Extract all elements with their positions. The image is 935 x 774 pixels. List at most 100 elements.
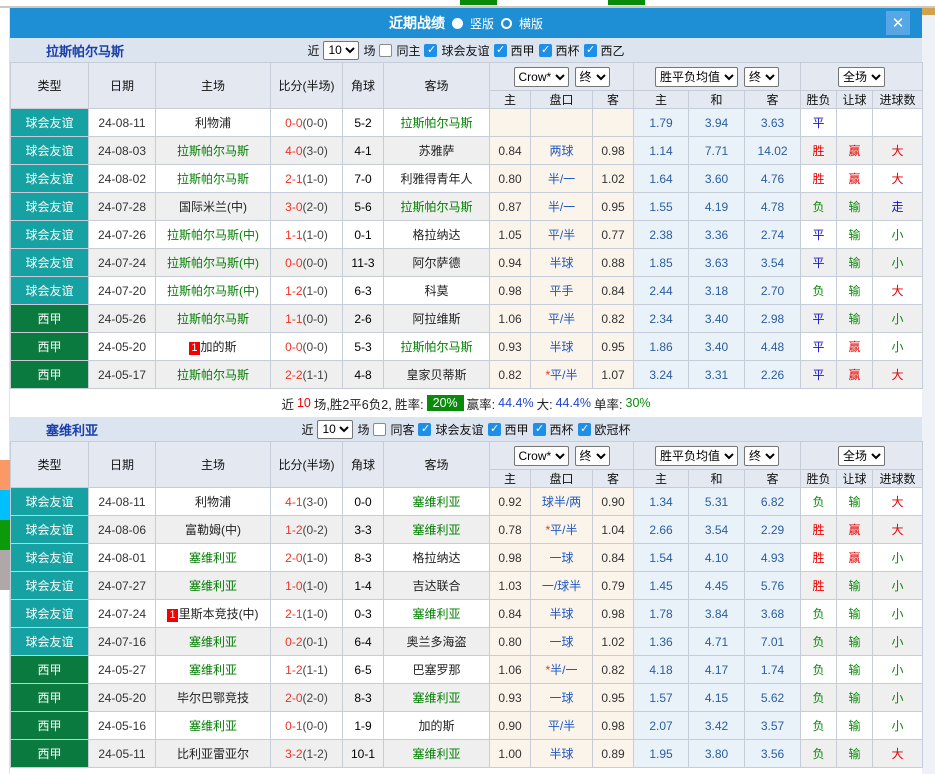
section-header-sevilla: 塞维利亚 近 10 场 同客 球会友谊 西甲 西杯 欧冠杯	[10, 417, 922, 441]
final-odds-select[interactable]: 终	[744, 446, 779, 466]
match-scope-select[interactable]: 全场	[838, 446, 885, 466]
handicap-line: *平/半	[531, 361, 593, 389]
final-odds-select[interactable]: 终	[744, 67, 779, 87]
league-label[interactable]: 西乙	[601, 42, 625, 59]
home-team-cell: 1加的斯	[156, 333, 271, 361]
league-checkbox[interactable]	[578, 423, 591, 436]
filter-bar: 近 10 场 同客 球会友谊 西甲 西杯 欧冠杯	[301, 420, 630, 439]
result-goals: 大	[873, 137, 923, 165]
league-checkbox[interactable]	[539, 44, 552, 57]
match-row: 球会友谊 24-07-26 拉斯帕尔马斯(中) 1-1(1-0) 0-1 格拉纳…	[11, 221, 923, 249]
vertical-layout-label[interactable]: 竖版	[470, 15, 494, 32]
odds-away: 5.62	[745, 684, 801, 712]
horizontal-layout-radio[interactable]	[501, 18, 512, 29]
handicap-away-odds: 0.98	[593, 712, 634, 740]
odds-away: 2.70	[745, 277, 801, 305]
home-team: 拉斯帕尔马斯	[177, 172, 249, 186]
league-checkbox[interactable]	[424, 44, 437, 57]
handicap-away-odds: 0.89	[593, 740, 634, 768]
odds-type-select[interactable]: 胜平负均值	[655, 446, 738, 466]
odds-away: 2.29	[745, 516, 801, 544]
handicap-away-odds: 1.07	[593, 361, 634, 389]
home-team: 利物浦	[195, 116, 231, 130]
halftime-score: (2-0)	[303, 691, 328, 705]
odds-type-select[interactable]: 胜平负均值	[655, 67, 738, 87]
home-team-cell: 拉斯帕尔马斯(中)	[156, 249, 271, 277]
result-goals: 小	[873, 628, 923, 656]
result-handicap: 输	[837, 305, 873, 333]
result-wdl: 负	[801, 193, 837, 221]
home-team-cell: 塞维利亚	[156, 572, 271, 600]
result-goals: 小	[873, 656, 923, 684]
final-odds-select[interactable]: 终	[575, 67, 610, 87]
summary-handicap-rate: 44.4%	[498, 396, 533, 410]
odds-away: 4.93	[745, 544, 801, 572]
corner-cell: 8-3	[343, 544, 384, 572]
halftime-score: (3-0)	[303, 495, 328, 509]
home-team-cell: 毕尔巴鄂竞技	[156, 684, 271, 712]
handicap-line: 半/一	[531, 165, 593, 193]
corner-cell: 5-2	[343, 109, 384, 137]
same-venue-checkbox[interactable]	[373, 423, 386, 436]
sub-header-handicap: 盘口	[531, 91, 593, 109]
fulltime-score: 2-1	[285, 607, 302, 621]
away-team-cell: 利雅得青年人	[384, 165, 490, 193]
league-checkbox[interactable]	[584, 44, 597, 57]
league-label[interactable]: 西甲	[505, 421, 529, 438]
dialog-title: 近期战绩	[389, 13, 445, 33]
horizontal-layout-label[interactable]: 横版	[519, 15, 543, 32]
halftime-score: (0-0)	[303, 312, 328, 326]
odds-provider-select[interactable]: Crow*	[514, 446, 569, 466]
team-record-summary: 近10场,胜3平0负7, 胜率: 30% 赢率:20% 大:30% 单率:70%	[10, 768, 922, 774]
away-team: 塞维利亚	[412, 747, 460, 761]
league-checkbox[interactable]	[494, 44, 507, 57]
match-count-select[interactable]: 10	[323, 41, 359, 60]
away-team-cell: 拉斯帕尔马斯	[384, 109, 490, 137]
match-date: 24-08-02	[89, 165, 156, 193]
odds-home: 2.38	[634, 221, 689, 249]
halftime-score: (1-0)	[303, 172, 328, 186]
home-team: 里斯本竞技(中)	[179, 607, 259, 621]
league-label[interactable]: 球会友谊	[441, 42, 489, 59]
competition-type: 球会友谊	[11, 277, 89, 305]
col-header-score: 比分(半场)	[271, 442, 343, 488]
league-checkbox[interactable]	[533, 423, 546, 436]
league-label[interactable]: 欧冠杯	[595, 421, 631, 438]
handicap-home-odds: 0.80	[490, 165, 531, 193]
background-color-block	[0, 490, 10, 520]
final-odds-select[interactable]: 终	[575, 446, 610, 466]
same-venue-label[interactable]: 同客	[390, 421, 414, 438]
filter-bar: 近 10 场 同主 球会友谊 西甲 西杯 西乙	[307, 41, 624, 60]
summary-handicap-label: 赢率:	[467, 394, 495, 413]
league-checkbox[interactable]	[418, 423, 431, 436]
result-wdl: 平	[801, 221, 837, 249]
background-page-right-strip	[922, 8, 935, 774]
league-label[interactable]: 西杯	[556, 42, 580, 59]
home-team: 利物浦	[195, 495, 231, 509]
league-label[interactable]: 西杯	[550, 421, 574, 438]
vertical-layout-radio[interactable]	[452, 18, 463, 29]
odds-home: 1.34	[634, 488, 689, 516]
away-team-cell: 拉斯帕尔马斯	[384, 333, 490, 361]
league-label[interactable]: 西甲	[511, 42, 535, 59]
competition-type: 球会友谊	[11, 221, 89, 249]
competition-type: 西甲	[11, 740, 89, 768]
league-checkbox[interactable]	[488, 423, 501, 436]
competition-type: 球会友谊	[11, 137, 89, 165]
same-venue-checkbox[interactable]	[379, 44, 392, 57]
odds-draw: 4.45	[689, 572, 745, 600]
match-scope-select[interactable]: 全场	[838, 67, 885, 87]
league-label[interactable]: 球会友谊	[435, 421, 483, 438]
fulltime-score: 1-1	[285, 312, 302, 326]
same-venue-label[interactable]: 同主	[396, 42, 420, 59]
result-wdl: 负	[801, 740, 837, 768]
match-date: 24-08-01	[89, 544, 156, 572]
odds-provider-select[interactable]: Crow*	[514, 67, 569, 87]
home-team-cell: 拉斯帕尔马斯	[156, 165, 271, 193]
result-wdl: 平	[801, 249, 837, 277]
corner-cell: 8-3	[343, 684, 384, 712]
close-icon[interactable]: ✕	[886, 11, 910, 35]
competition-type: 球会友谊	[11, 516, 89, 544]
match-count-select[interactable]: 10	[317, 420, 353, 439]
score-cell: 4-0(3-0)	[271, 137, 343, 165]
